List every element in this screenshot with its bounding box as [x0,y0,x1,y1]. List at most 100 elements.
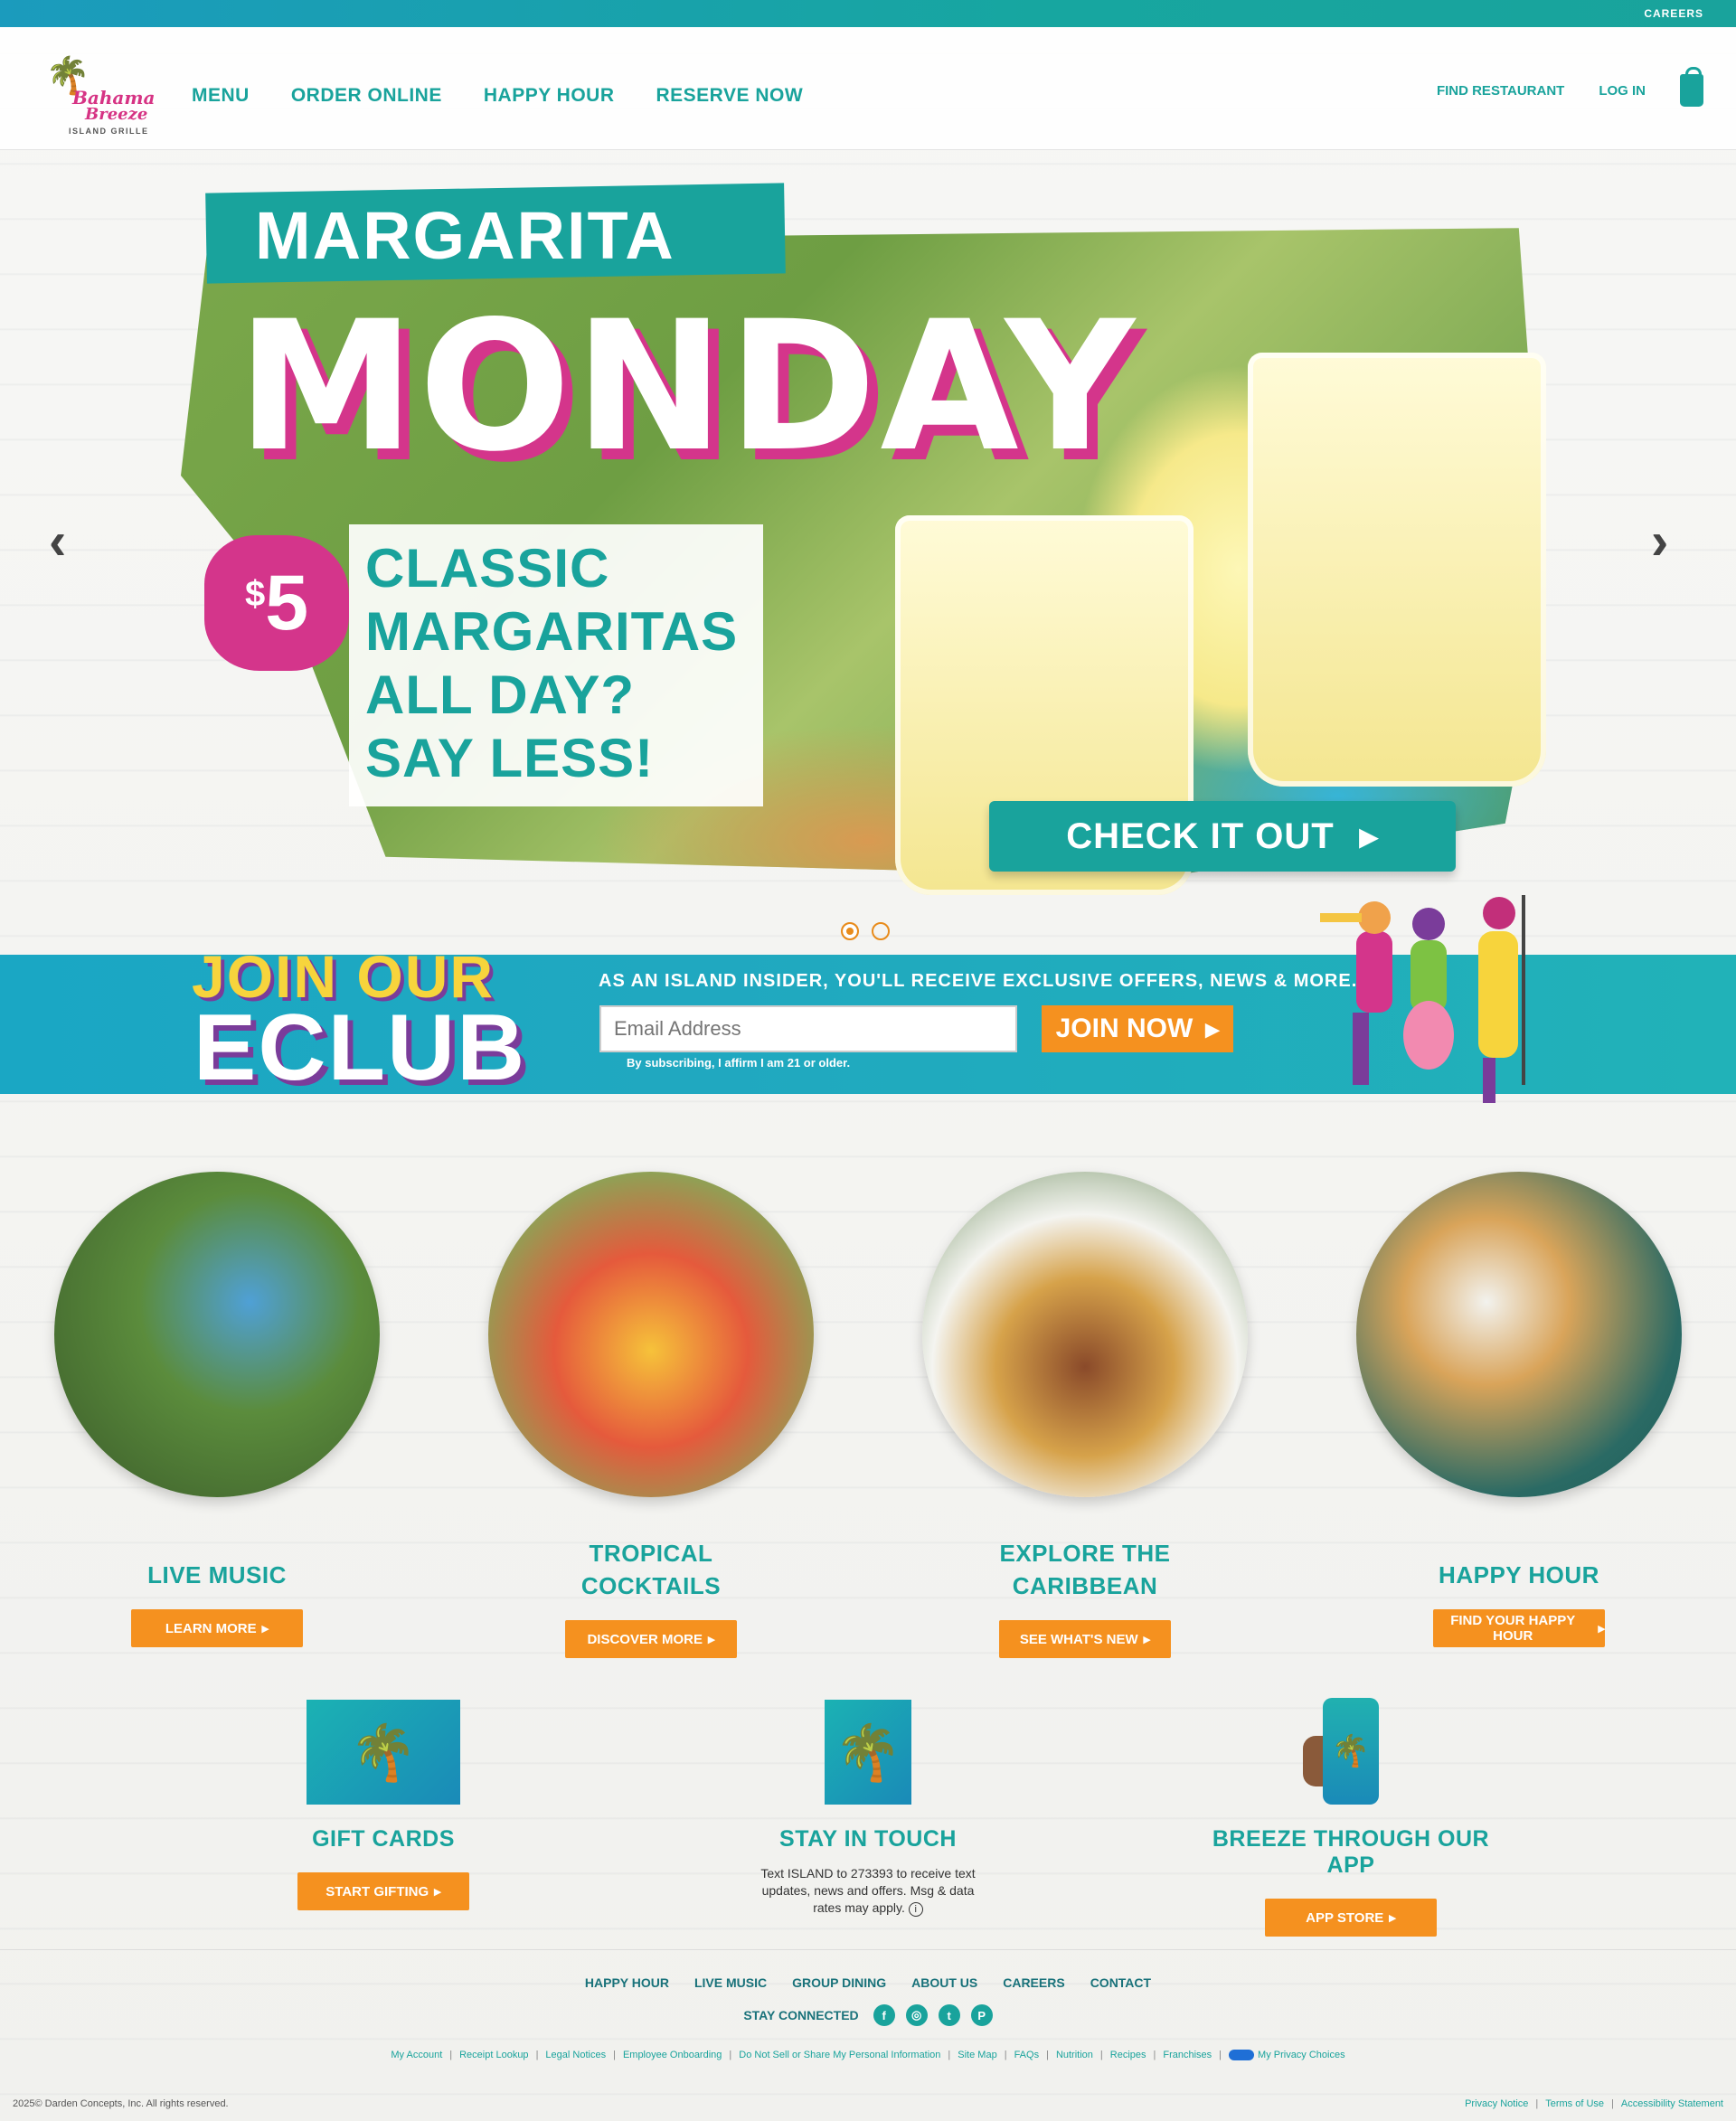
footer-link-live-music[interactable]: LIVE MUSIC [694,1975,767,1990]
footer-link-happy-hour[interactable]: HAPPY HOUR [585,1975,669,1990]
stay-in-touch-block: 🌴 STAY IN TOUCH Text ISLAND to 273393 to… [705,1687,1031,1917]
start-gifting-button[interactable]: START GIFTING ▸ [297,1872,469,1910]
login-link[interactable]: LOG IN [1599,83,1646,99]
check-it-out-button[interactable]: CHECK IT OUT ▸ [989,801,1456,872]
header-right-nav: FIND RESTAURANT LOG IN [1437,67,1703,107]
find-your-happy-hour-button[interactable]: FIND YOUR HAPPY HOUR ▸ [1433,1609,1605,1647]
hero-headline: CLASSIC MARGARITAS ALL DAY? SAY LESS! [349,524,764,806]
text-signup-info: Text ISLAND to 273393 to receive text up… [750,1865,986,1917]
main-nav: MENU ORDER ONLINE HAPPY HOUR RESERVE NOW [192,85,803,107]
legal-link[interactable]: My Account [391,2050,442,2060]
legal-links: My Account | Receipt Lookup | Legal Notice… [391,2050,1345,2061]
legal-link[interactable]: FAQs [1014,2050,1040,2060]
nav-happy-hour[interactable]: HAPPY HOUR [484,85,615,107]
nav-order-online[interactable]: ORDER ONLINE [291,85,442,107]
footer-link-careers[interactable]: CAREERS [1003,1975,1064,1990]
nav-menu[interactable]: MENU [192,85,250,107]
footer-link-about-us[interactable]: ABOUT US [911,1975,977,1990]
button-label: APP STORE [1306,1909,1384,1926]
feature-title: HAPPY HOUR [1439,1561,1599,1588]
button-label: SEE WHAT'S NEW [1019,1631,1138,1647]
palm-tree-icon: 🌴 [825,1700,911,1805]
carousel-dot[interactable] [872,922,890,940]
privacy-choices-label: My Privacy Choices [1258,2050,1345,2060]
live-music-photo [54,1172,380,1497]
carousel-prev-arrow-icon[interactable]: ‹ [49,511,66,571]
legal-link[interactable]: Do Not Sell or Share My Personal Informa… [739,2050,940,2060]
instagram-icon[interactable]: ◎ [905,2004,928,2026]
legal-link[interactable]: Legal Notices [545,2050,606,2060]
learn-more-button[interactable]: LEARN MORE ▸ [131,1609,303,1647]
hero-title: MONDAY [237,282,1139,491]
twitter-icon[interactable]: t [938,2004,960,2026]
happy-hour-food-photo [1356,1172,1682,1497]
feature-tropical-cocktails: TROPICAL COCKTAILS DISCOVER MORE ▸ [479,1172,823,1658]
feature-title: LIVE MUSIC [147,1561,287,1588]
copyright: 2025© Darden Concepts, Inc. All rights r… [13,2098,229,2109]
caret-right-icon: ▸ [1143,1632,1151,1647]
see-whats-new-button[interactable]: SEE WHAT'S NEW ▸ [999,1620,1171,1658]
carousel-next-arrow-icon[interactable]: › [1651,511,1668,571]
bottom-legal-links: Privacy Notice | Terms of Use | Accessibil… [1465,2098,1723,2109]
logo-text-breeze: Breeze [85,105,148,124]
email-field[interactable] [599,1005,1017,1052]
find-restaurant-link[interactable]: FIND RESTAURANT [1437,83,1564,99]
info-icon[interactable]: i [908,1902,923,1917]
caret-right-icon: ▸ [1389,1910,1396,1926]
feature-title: TROPICAL COCKTAILS [580,1540,722,1599]
text-signup-copy: Text ISLAND to 273393 to receive text up… [760,1866,976,1915]
caret-right-icon: ▸ [1205,1013,1220,1044]
terms-of-use-link[interactable]: Terms of Use [1545,2098,1604,2109]
footer-nav: HAPPY HOUR LIVE MUSIC GROUP DINING ABOUT… [0,1975,1736,1990]
hero-line: SAY LESS! [365,728,655,788]
palm-tree-icon: 🌴 [307,1700,460,1805]
privacy-choices-link[interactable]: My Privacy Choices [1229,2050,1345,2061]
eclub-heading: ECLUB [193,995,527,1100]
legal-link[interactable]: Franchises [1163,2050,1212,2060]
feature-title: EXPLORE THE CARIBBEAN [999,1540,1171,1599]
pinterest-icon[interactable]: P [970,2004,993,2026]
hero-tag: MARGARITA [255,198,675,273]
discover-more-button[interactable]: DISCOVER MORE ▸ [565,1620,737,1658]
eclub-description: AS AN ISLAND INSIDER, YOU'LL RECEIVE EXC… [599,971,1358,991]
footer-link-contact[interactable]: CONTACT [1090,1975,1151,1990]
carousel-dot[interactable] [841,922,859,940]
accessibility-statement-link[interactable]: Accessibility Statement [1621,2098,1723,2109]
top-utility-bar: CAREERS [0,0,1736,27]
hero-line: CLASSIC [365,538,610,599]
hero-line: ALL DAY? [365,665,636,725]
legal-link[interactable]: Site Map [958,2050,996,2060]
facebook-icon[interactable]: f [873,2004,895,2026]
cocktails-photo [488,1172,814,1497]
button-label: DISCOVER MORE [587,1631,703,1647]
hero-carousel-slide[interactable]: MARGARITA MONDAY $5 CLASSIC MARGARITAS A… [181,181,1555,895]
join-now-label: JOIN NOW [1055,1013,1194,1043]
app-block: 🌴 BREEZE THROUGH OUR APP APP STORE ▸ [1188,1687,1514,1937]
shopping-bag-icon[interactable] [1680,67,1703,107]
app-store-button[interactable]: APP STORE ▸ [1265,1899,1437,1937]
price-currency: $ [244,574,266,614]
margarita-glass-image [1248,353,1546,787]
caribbean-dish-photo [922,1172,1248,1497]
nav-reserve-now[interactable]: RESERVE NOW [656,85,804,107]
legal-link[interactable]: Employee Onboarding [623,2050,722,2060]
privacy-notice-link[interactable]: Privacy Notice [1465,2098,1528,2109]
feature-explore-caribbean: EXPLORE THE CARIBBEAN SEE WHAT'S NEW ▸ [913,1172,1257,1658]
feature-happy-hour: HAPPY HOUR FIND YOUR HAPPY HOUR ▸ [1347,1172,1691,1647]
steel-band-illustration [1320,895,1525,1103]
legal-link[interactable]: Recipes [1110,2050,1146,2060]
logo-text-island-grille: ISLAND GRILLE [69,127,149,136]
join-now-button[interactable]: JOIN NOW ▸ [1042,1005,1233,1052]
footer-link-group-dining[interactable]: GROUP DINING [792,1975,886,1990]
legal-link[interactable]: Nutrition [1056,2050,1093,2060]
cta-label: CHECK IT OUT [1066,815,1335,856]
phone-app-icon: 🌴 [1303,1698,1379,1805]
legal-link[interactable]: Receipt Lookup [459,2050,528,2060]
age-affirmation: By subscribing, I affirm I am 21 or olde… [627,1056,851,1070]
button-label: LEARN MORE [165,1620,257,1636]
stay-connected-label: STAY CONNECTED [743,2008,859,2022]
stay-in-touch-title: STAY IN TOUCH [779,1826,957,1852]
careers-link[interactable]: CAREERS [1644,7,1703,20]
caret-right-icon: ▸ [261,1621,269,1636]
bahama-breeze-logo[interactable]: 🌴 Bahama Breeze ISLAND GRILLE [36,54,158,140]
